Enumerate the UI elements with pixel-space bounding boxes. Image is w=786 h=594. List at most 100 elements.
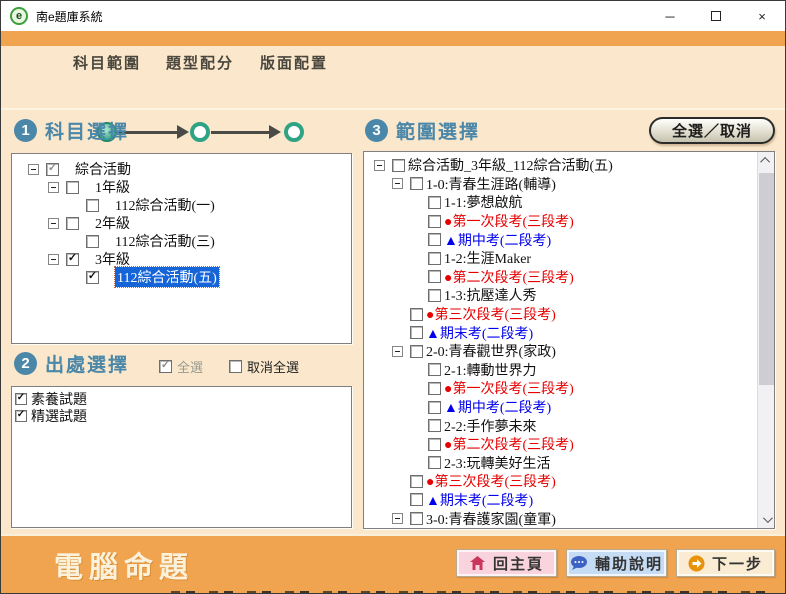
select-all-toggle-button[interactable]: 全選／取消 — [649, 117, 775, 144]
tree-item[interactable]: 綜合活動_3年級_112綜合活動(五) — [364, 156, 758, 175]
tree-item[interactable]: 1-1:夢想啟航 — [400, 193, 758, 212]
source-list-item[interactable]: 精選試題 — [12, 407, 351, 424]
tree-checkbox[interactable] — [428, 382, 441, 395]
tree-checkbox[interactable] — [410, 493, 423, 506]
tree-item-label[interactable]: ●第二次段考(三段考) — [444, 267, 574, 287]
tree-item[interactable]: ▲期末考(二段考) — [382, 323, 758, 342]
tree-collapse-icon[interactable] — [392, 346, 403, 357]
tree-collapse-icon[interactable] — [48, 254, 59, 265]
source-checkbox[interactable] — [15, 410, 27, 422]
tree-item[interactable]: 2-3:玩轉美好生活 — [400, 454, 758, 473]
source-list-item[interactable]: 素養試題 — [12, 390, 351, 407]
tree-checkbox[interactable] — [86, 199, 99, 212]
deselect-all-control[interactable]: 取消全選 — [229, 357, 299, 376]
tree-collapse-icon[interactable] — [374, 160, 385, 171]
tree-item[interactable]: 2-2:手作夢未來 — [400, 416, 758, 435]
tree-checkbox[interactable] — [410, 326, 423, 339]
tree-item-label[interactable]: ▲期中考(二段考) — [444, 397, 551, 417]
tree-item[interactable]: 1-3:抗壓達人秀 — [400, 286, 758, 305]
tree-item[interactable]: ●第三次段考(三段考) — [382, 472, 758, 491]
tree-item[interactable]: 3-0:青春護家園(童軍) — [382, 509, 758, 528]
tree-item[interactable]: 112綜合活動(一) — [52, 196, 351, 214]
next-step-button[interactable]: 下一步 — [676, 549, 775, 577]
tree-checkbox[interactable] — [66, 217, 79, 230]
tree-checkbox[interactable] — [428, 252, 441, 265]
tree-checkbox[interactable] — [410, 512, 423, 525]
tree-item[interactable]: ▲期中考(二段考) — [400, 398, 758, 417]
tree-checkbox[interactable] — [410, 308, 423, 321]
tree-checkbox[interactable] — [86, 235, 99, 248]
tree-item[interactable]: 1-2:生涯Maker — [400, 249, 758, 268]
tree-item-label[interactable]: 1年級 — [95, 177, 130, 197]
tree-item[interactable]: 112綜合活動(五) — [52, 268, 351, 286]
tree-item-label[interactable]: 2-0:青春觀世界(家政) — [426, 341, 556, 361]
tree-item[interactable]: 2-0:青春觀世界(家政) — [382, 342, 758, 361]
scroll-down-button[interactable] — [758, 511, 775, 528]
tree-item[interactable]: 112綜合活動(三) — [52, 232, 351, 250]
tree-checkbox[interactable] — [410, 475, 423, 488]
close-button[interactable]: × — [739, 1, 785, 31]
tree-collapse-icon[interactable] — [28, 164, 39, 175]
tree-checkbox[interactable] — [428, 233, 441, 246]
tree-item-label[interactable]: 1-1:夢想啟航 — [444, 192, 523, 212]
tree-checkbox[interactable] — [428, 289, 441, 302]
scrollbar-thumb[interactable] — [759, 173, 774, 385]
tree-item[interactable]: ●第三次段考(三段考) — [382, 305, 758, 324]
tree-item-label[interactable]: 綜合活動_3年級_112綜合活動(五) — [408, 155, 613, 175]
tree-checkbox[interactable] — [392, 159, 405, 172]
tree-item-label[interactable]: 3年級 — [95, 249, 130, 269]
source-checkbox[interactable] — [15, 393, 27, 405]
tree-item-label[interactable]: ▲期中考(二段考) — [444, 230, 551, 250]
tree-checkbox[interactable] — [66, 181, 79, 194]
tree-item[interactable]: ●第二次段考(三段考) — [400, 435, 758, 454]
tree-item-label[interactable]: ▲期末考(二段考) — [426, 323, 533, 343]
tree-item[interactable]: 1年級 — [32, 178, 351, 196]
maximize-button[interactable] — [693, 1, 739, 31]
tree-collapse-icon[interactable] — [48, 182, 59, 193]
tree-item[interactable]: ▲期末考(二段考) — [382, 491, 758, 510]
tree-item[interactable]: ●第二次段考(三段考) — [400, 268, 758, 287]
home-button[interactable]: 回主頁 — [456, 549, 557, 577]
tree-item-label[interactable]: 1-3:抗壓達人秀 — [444, 285, 537, 305]
tree-item-label[interactable]: 112綜合活動(五) — [115, 267, 219, 287]
tree-item-label[interactable]: 2年級 — [95, 213, 130, 233]
tree-item-label[interactable]: 3-0:青春護家園(童軍) — [426, 509, 556, 529]
tree-item[interactable]: 綜合活動 — [12, 160, 351, 178]
select-all-checkbox[interactable] — [159, 360, 172, 373]
tree-item[interactable]: 3年級 — [32, 250, 351, 268]
help-button[interactable]: 輔助說明 — [566, 549, 667, 577]
tree-item-label[interactable]: ●第一次段考(三段考) — [444, 378, 574, 398]
tree-checkbox[interactable] — [66, 253, 79, 266]
minimize-button[interactable]: ─ — [647, 1, 693, 31]
tree-item-label[interactable]: 1-2:生涯Maker — [444, 248, 531, 268]
tree-item-label[interactable]: 2-1:轉動世界力 — [444, 360, 537, 380]
scrollbar[interactable] — [757, 152, 774, 528]
tree-item[interactable]: 2-1:轉動世界力 — [400, 361, 758, 380]
tree-item[interactable]: ●第一次段考(三段考) — [400, 212, 758, 231]
tree-item-label[interactable]: 112綜合活動(三) — [115, 231, 215, 251]
tree-checkbox[interactable] — [428, 363, 441, 376]
tree-checkbox[interactable] — [428, 196, 441, 209]
tree-item-label[interactable]: 112綜合活動(一) — [115, 195, 215, 215]
tree-item-label[interactable]: 2-3:玩轉美好生活 — [444, 453, 551, 473]
tree-checkbox[interactable] — [86, 271, 99, 284]
tree-item[interactable]: 1-0:青春生涯路(輔導) — [382, 175, 758, 194]
tree-checkbox[interactable] — [428, 401, 441, 414]
tree-item-label[interactable]: ●第三次段考(三段考) — [426, 304, 556, 324]
tree-checkbox[interactable] — [428, 215, 441, 228]
tree-item-label[interactable]: 1-0:青春生涯路(輔導) — [426, 174, 556, 194]
tree-checkbox[interactable] — [410, 177, 423, 190]
tree-checkbox[interactable] — [410, 345, 423, 358]
scroll-up-button[interactable] — [758, 152, 775, 169]
tree-item[interactable]: ●第一次段考(三段考) — [400, 379, 758, 398]
tree-item[interactable]: 2年級 — [32, 214, 351, 232]
tree-checkbox[interactable] — [428, 270, 441, 283]
tree-item-label[interactable]: ▲期末考(二段考) — [426, 490, 533, 510]
tree-checkbox[interactable] — [428, 456, 441, 469]
tree-item-label[interactable]: 2-2:手作夢未來 — [444, 416, 537, 436]
tree-item-label[interactable]: ●第一次段考(三段考) — [444, 211, 574, 231]
deselect-all-checkbox[interactable] — [229, 360, 242, 373]
select-all-control[interactable]: 全選 — [159, 357, 203, 376]
tree-collapse-icon[interactable] — [48, 218, 59, 229]
tree-checkbox[interactable] — [428, 438, 441, 451]
